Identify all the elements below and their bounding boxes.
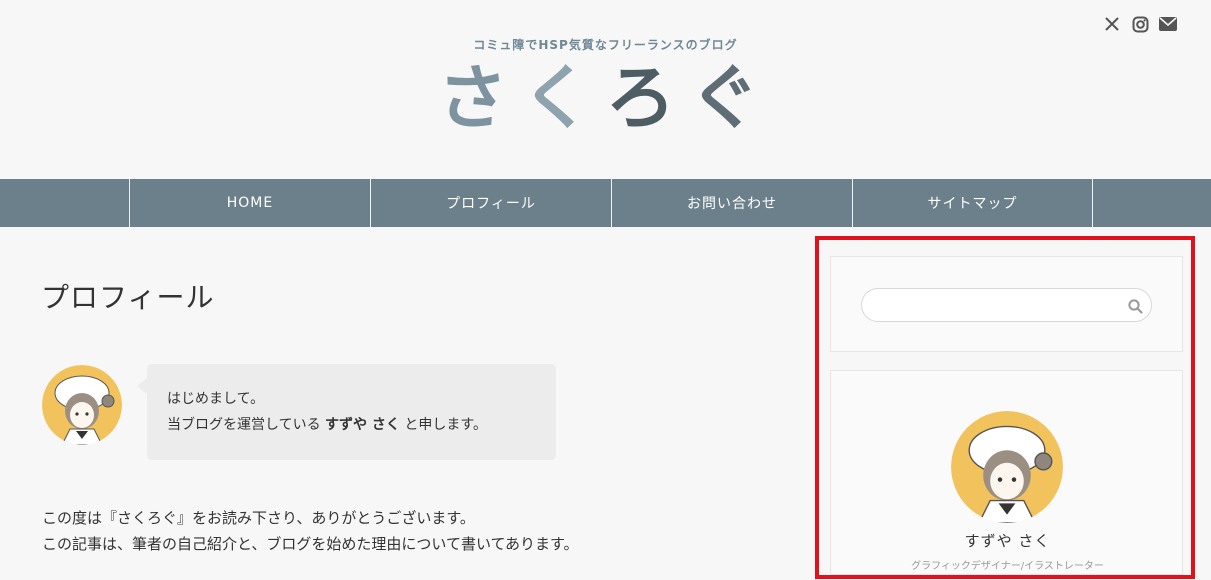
global-nav: HOME プロフィール お問い合わせ サイトマップ bbox=[0, 179, 1211, 227]
greeting-text-post: と申します。 bbox=[399, 417, 487, 433]
site-header: コミュ障でHSP気質なフリーランスのブログ さくろぐ bbox=[0, 0, 1211, 179]
logo-char-4: ぐ bbox=[689, 57, 774, 139]
nav-item-home[interactable]: HOME bbox=[129, 179, 370, 227]
greeting-text-pre: 当ブログを運営している bbox=[167, 417, 326, 433]
author-avatar bbox=[42, 365, 122, 445]
x-icon[interactable] bbox=[1102, 13, 1122, 35]
intro-line-2: この記事は、筆者の自己紹介と、ブログを始めた理由について書いてあります。 bbox=[42, 535, 579, 553]
logo-char-1: さ bbox=[437, 57, 522, 139]
logo-char-3: ろ bbox=[605, 57, 690, 139]
author-name-inline: すずや さく bbox=[325, 417, 400, 433]
nav-item-profile[interactable]: プロフィール bbox=[370, 179, 611, 227]
greeting-bubble: はじめまして。 当ブログを運営している すずや さく と申します。 bbox=[137, 364, 556, 460]
greeting-line-1: はじめまして。 bbox=[167, 391, 265, 407]
intro-line-1: この度は『さくろぐ』をお読み下さり、ありがとうございます。 bbox=[42, 509, 475, 527]
mail-icon[interactable] bbox=[1158, 13, 1178, 35]
logo-char-2: く bbox=[521, 57, 606, 139]
greeting-line-2: 当ブログを運営している すずや さく と申します。 bbox=[167, 412, 536, 438]
page-title: プロフィール bbox=[41, 281, 215, 314]
site-logo[interactable]: さくろぐ bbox=[0, 58, 1211, 138]
instagram-icon[interactable] bbox=[1130, 13, 1150, 35]
nav-item-contact[interactable]: お問い合わせ bbox=[611, 179, 852, 227]
social-links bbox=[1102, 13, 1178, 35]
site-tagline: コミュ障でHSP気質なフリーランスのブログ bbox=[473, 38, 738, 52]
nav-item-sitemap[interactable]: サイトマップ bbox=[852, 179, 1093, 227]
intro-paragraph: この度は『さくろぐ』をお読み下さり、ありがとうございます。 この記事は、筆者の自… bbox=[42, 505, 579, 557]
highlight-box bbox=[815, 236, 1195, 579]
